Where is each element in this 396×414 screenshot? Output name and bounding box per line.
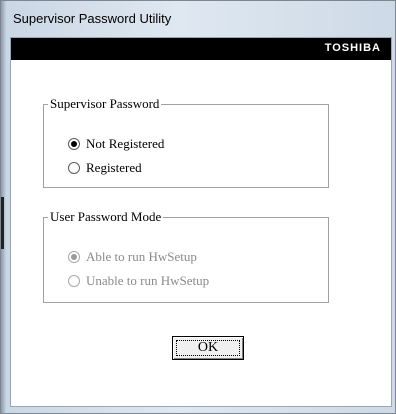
- focus-rectangle: [176, 340, 240, 356]
- dialog-window: Supervisor Password Utility TOSHIBA Supe…: [0, 0, 396, 414]
- supervisor-password-group: Supervisor Password Not Registered Regis…: [43, 96, 329, 188]
- dialog-body: TOSHIBA Supervisor Password Not Register…: [10, 37, 392, 407]
- radio-label-able: Able to run HwSetup: [86, 249, 197, 264]
- radio-label-registered: Registered: [86, 160, 142, 175]
- radio-label-not-registered: Not Registered: [86, 136, 165, 151]
- radio-dot-selected-icon: [68, 251, 80, 263]
- background-edge: [1, 197, 4, 249]
- radio-able-to-run-hwsetup: Able to run HwSetup: [68, 249, 197, 265]
- title-bar[interactable]: Supervisor Password Utility: [1, 1, 395, 37]
- radio-label-unable: Unable to run HwSetup: [86, 273, 210, 288]
- radio-dot-selected-icon[interactable]: [68, 138, 80, 150]
- radio-registered[interactable]: Registered: [68, 160, 142, 176]
- user-password-mode-group: User Password Mode Able to run HwSetup U…: [43, 209, 329, 303]
- user-password-mode-legend: User Password Mode: [50, 209, 162, 224]
- supervisor-password-legend: Supervisor Password: [50, 96, 160, 111]
- ok-button[interactable]: OK: [172, 336, 244, 360]
- toshiba-logo: TOSHIBA: [324, 42, 381, 54]
- radio-not-registered[interactable]: Not Registered: [68, 136, 164, 152]
- radio-dot-icon: [68, 275, 80, 287]
- radio-dot-icon[interactable]: [68, 162, 80, 174]
- brand-bar: TOSHIBA: [11, 38, 391, 60]
- window-title: Supervisor Password Utility: [13, 11, 172, 26]
- radio-unable-to-run-hwsetup: Unable to run HwSetup: [68, 273, 209, 289]
